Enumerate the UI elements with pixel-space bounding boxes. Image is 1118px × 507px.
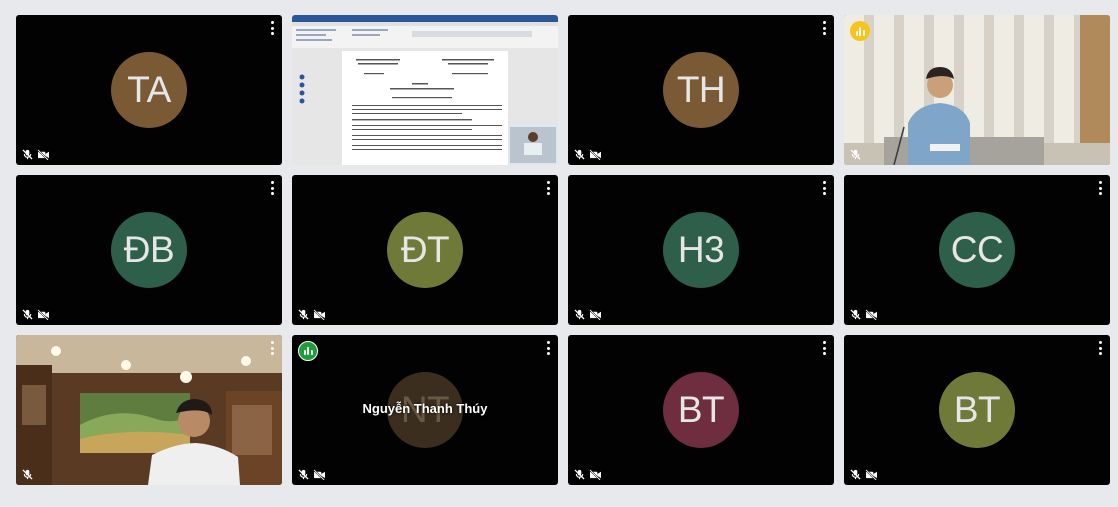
media-status [574,149,602,160]
mic-off-icon [574,309,585,320]
avatar: CC [939,212,1015,288]
participant-video [844,15,1110,165]
more-vert-icon[interactable] [1098,181,1102,195]
media-status [22,469,33,480]
camera-off-icon [865,309,877,320]
audio-level-icon [298,341,318,361]
more-vert-icon[interactable] [822,341,826,355]
media-status [22,309,50,320]
media-status [298,309,326,320]
mic-off-icon [850,469,861,480]
mic-off-icon [298,469,309,480]
participant-tile[interactable]: TA [16,15,282,165]
avatar: ĐT [387,212,463,288]
media-status [22,149,50,160]
media-status [298,469,326,480]
participant-video-tile[interactable] [16,335,282,485]
mic-off-icon [574,149,585,160]
mic-off-icon [22,469,33,480]
camera-off-icon [589,149,601,160]
camera-off-icon [589,309,601,320]
avatar: TH [663,52,739,128]
participant-tile[interactable]: NT Nguyễn Thanh Thúy [292,335,558,485]
participant-tile[interactable]: H3 [568,175,834,325]
mic-off-icon [574,469,585,480]
media-status [574,469,602,480]
camera-off-icon [865,469,877,480]
more-vert-icon[interactable] [1098,341,1102,355]
participant-tile[interactable]: BT [568,335,834,485]
mic-off-icon [298,309,309,320]
audio-level-icon [850,21,870,41]
avatar: BT [663,372,739,448]
participant-tile[interactable]: ĐT [292,175,558,325]
mic-off-icon [850,149,861,160]
shared-document-view [292,15,558,165]
media-status [574,309,602,320]
participant-tile[interactable]: TH [568,15,834,165]
participant-tile[interactable]: BT [844,335,1110,485]
more-vert-icon[interactable] [822,181,826,195]
avatar: H3 [663,212,739,288]
more-vert-icon[interactable] [270,21,274,35]
mic-off-icon [22,309,33,320]
screen-share-tile[interactable] [292,15,558,165]
avatar: BT [939,372,1015,448]
more-vert-icon[interactable] [546,181,550,195]
more-vert-icon[interactable] [546,341,550,355]
more-vert-icon[interactable] [822,21,826,35]
camera-off-icon [313,469,325,480]
camera-off-icon [313,309,325,320]
avatar: ĐB [111,212,187,288]
media-status [850,469,878,480]
more-vert-icon[interactable] [270,181,274,195]
participant-name: Nguyễn Thanh Thúy [362,401,488,416]
mic-off-icon [22,149,33,160]
camera-off-icon [37,149,49,160]
more-vert-icon[interactable] [270,341,274,355]
media-status [850,149,861,160]
media-status [850,309,878,320]
participant-video-tile[interactable] [844,15,1110,165]
mic-off-icon [850,309,861,320]
participant-tile[interactable]: ĐB [16,175,282,325]
camera-off-icon [37,309,49,320]
participant-tile[interactable]: CC [844,175,1110,325]
participant-video [16,335,282,485]
camera-off-icon [589,469,601,480]
avatar: TA [111,52,187,128]
